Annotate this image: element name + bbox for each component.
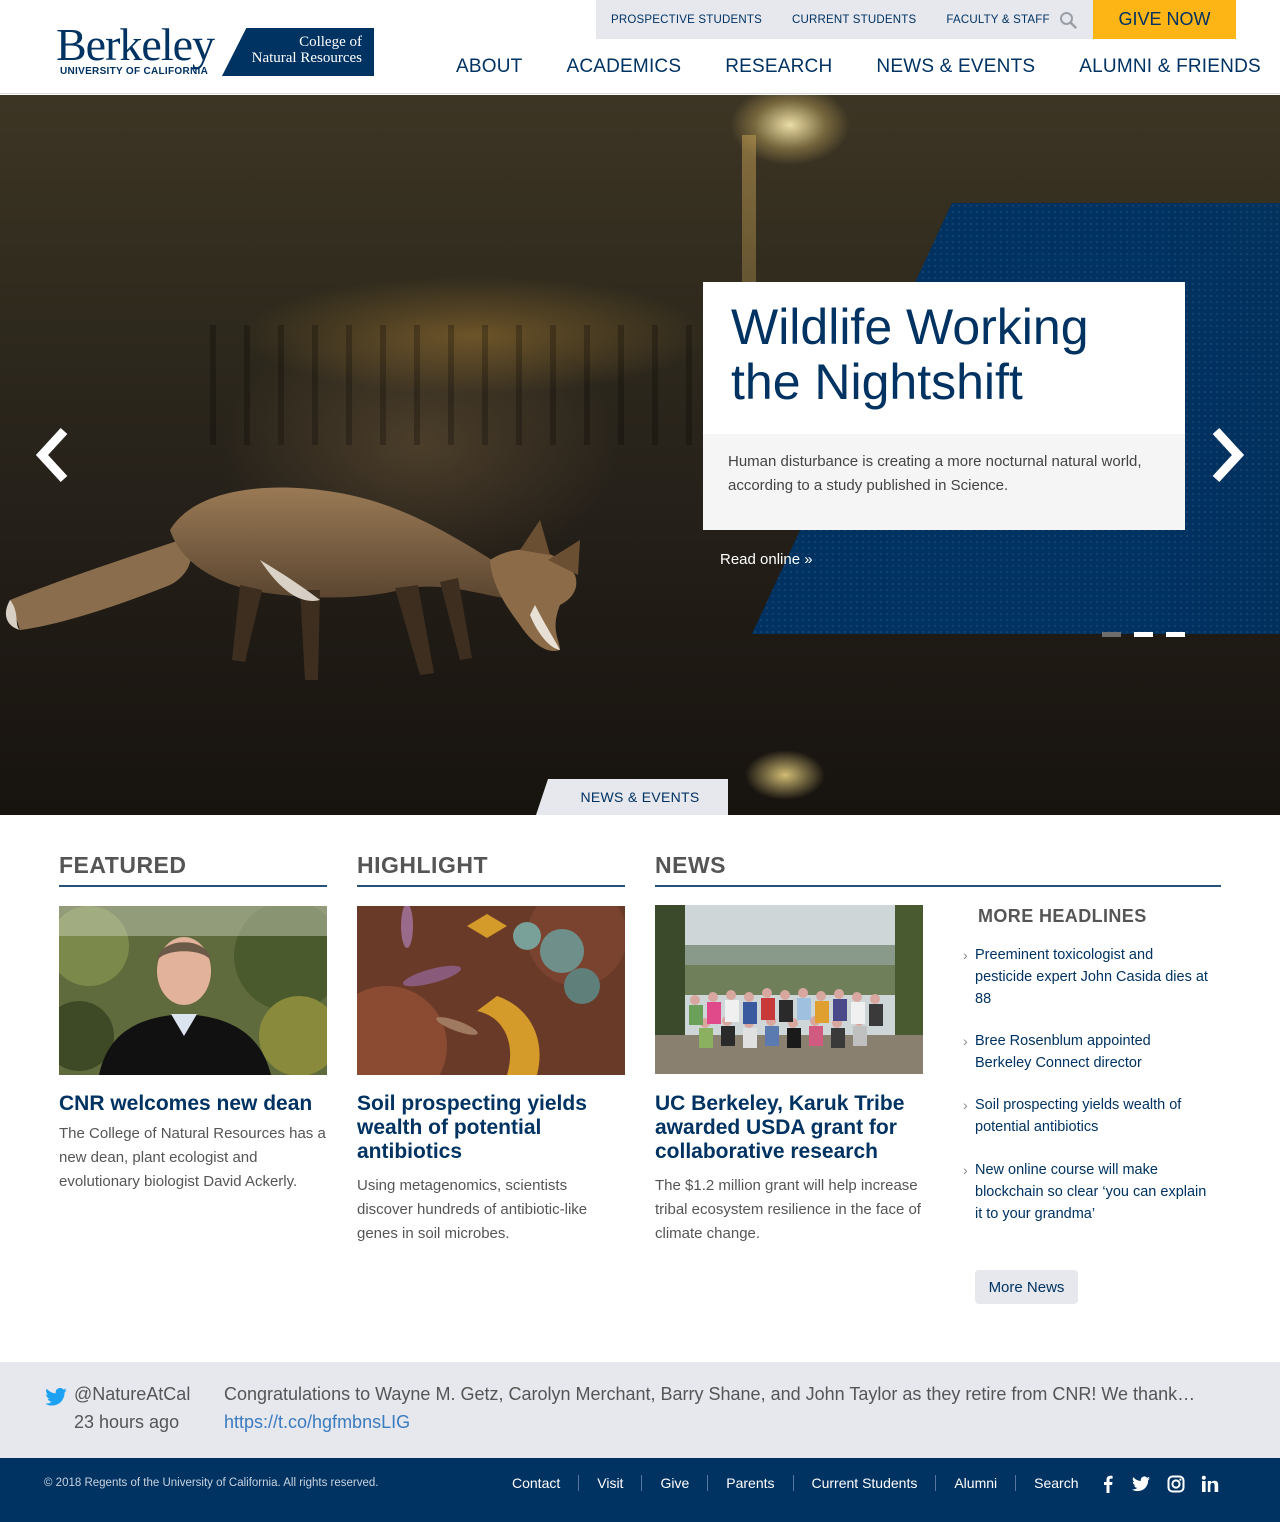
news-title[interactable]: UC Berkeley, Karuk Tribe awarded USDA gr… [655, 1092, 923, 1164]
logo-college-box: College of Natural Resources [222, 28, 374, 76]
featured-heading: FEATURED [59, 852, 187, 878]
logo-subtitle: UNIVERSITY OF CALIFORNIA [60, 66, 209, 77]
news-text: The $1.2 million grant will help increas… [655, 1177, 921, 1242]
hero-carousel: Wildlife Working the Nightshift Human di… [0, 95, 1280, 815]
footer-link-parents[interactable]: Parents [708, 1475, 794, 1491]
logo-wordmark: Berkeley [56, 19, 215, 70]
featured-image[interactable] [59, 906, 327, 1075]
site-header: Berkeley UNIVERSITY OF CALIFORNIA Colleg… [0, 0, 1280, 94]
facebook-icon[interactable] [1099, 1475, 1117, 1493]
featured-text: The College of Natural Resources has a n… [59, 1125, 326, 1190]
hero-title: Wildlife Working the Nightshift [731, 299, 1089, 410]
fox-image [5, 487, 580, 680]
highlight-image[interactable] [357, 906, 625, 1075]
carousel-dot-2[interactable] [1134, 632, 1153, 637]
featured-title[interactable]: CNR welcomes new dean [59, 1092, 327, 1116]
copyright: © 2018 Regents of the University of Cali… [44, 1477, 379, 1489]
footer-link-give[interactable]: Give [642, 1475, 709, 1491]
footer-link-search[interactable]: Search [1016, 1475, 1096, 1491]
headline-text[interactable]: New online course will make blockchain s… [975, 1162, 1206, 1222]
footer-nav: Contact Visit Give Parents Current Stude… [494, 1475, 1097, 1491]
footer-link-visit[interactable]: Visit [579, 1475, 643, 1491]
footer-link-alumni[interactable]: Alumni [936, 1475, 1017, 1491]
more-headlines-heading: MORE HEADLINES [978, 906, 1147, 926]
twitter-icon[interactable] [1132, 1475, 1150, 1493]
news-image[interactable] [655, 905, 923, 1074]
read-online-link[interactable]: Read online » [703, 540, 1185, 580]
site-footer: © 2018 Regents of the University of Cali… [0, 1458, 1280, 1522]
chevron-right-icon[interactable] [1206, 427, 1246, 483]
more-news-button[interactable]: More News [975, 1270, 1078, 1304]
chevron-right-icon: › [963, 947, 968, 963]
nav-about[interactable]: ABOUT [456, 56, 522, 78]
headline-text[interactable]: Preeminent toxicologist and pesticide ex… [975, 947, 1208, 1007]
twitter-feed-bar: @NatureAtCal 23 hours ago Congratulation… [0, 1362, 1280, 1458]
nav-news-events[interactable]: NEWS & EVENTS [876, 56, 1035, 78]
news-rule [655, 885, 1221, 887]
tweet-time: 23 hours ago [74, 1412, 180, 1432]
headline-item[interactable]: › Soil prospecting yields wealth of pote… [963, 1094, 1208, 1138]
give-now-button[interactable]: GIVE NOW [1093, 0, 1236, 39]
chevron-right-icon: › [963, 1162, 968, 1178]
headline-item[interactable]: › Preeminent toxicologist and pesticide … [963, 944, 1208, 1010]
utility-nav: PROSPECTIVE STUDENTS CURRENT STUDENTS FA… [596, 0, 1093, 39]
highlight-heading: HIGHLIGHT [357, 852, 488, 878]
nav-academics[interactable]: ACADEMICS [566, 56, 681, 78]
carousel-indicators [1102, 632, 1185, 637]
footer-link-current-students[interactable]: Current Students [794, 1475, 937, 1491]
tweet-text: Congratulations to Wayne M. Getz, Caroly… [224, 1384, 1196, 1404]
utility-link-prospective-students[interactable]: PROSPECTIVE STUDENTS [611, 14, 762, 26]
highlight-title[interactable]: Soil prospecting yields wealth of potent… [357, 1092, 625, 1164]
hero-description: Human disturbance is creating a more noc… [728, 453, 1142, 494]
chevron-right-icon: › [963, 1033, 968, 1049]
logo-college-line1: College of [299, 34, 362, 50]
news-heading: NEWS [655, 852, 726, 878]
carousel-dot-3[interactable] [1166, 632, 1185, 637]
nav-research[interactable]: RESEARCH [725, 56, 832, 78]
headline-text[interactable]: Bree Rosenblum appointed Berkeley Connec… [975, 1033, 1151, 1071]
chevron-left-icon[interactable] [34, 427, 74, 483]
hero-card: Wildlife Working the Nightshift Human di… [703, 282, 1185, 530]
logo-college-line2: Natural Resources [251, 50, 362, 66]
main-nav: ABOUT ACADEMICS RESEARCH NEWS & EVENTS A… [456, 56, 1261, 78]
tweet-link[interactable]: https://t.co/hgfmbnsLIG [224, 1412, 410, 1433]
highlight-rule [357, 885, 625, 887]
hero-description-box: Human disturbance is creating a more noc… [703, 434, 1185, 530]
news-events-tab[interactable]: NEWS & EVENTS [536, 779, 728, 815]
twitter-bird-icon [45, 1388, 67, 1406]
instagram-icon[interactable] [1167, 1475, 1185, 1493]
berkeley-cnr-logo[interactable]: Berkeley UNIVERSITY OF CALIFORNIA Colleg… [56, 19, 374, 80]
chevron-right-icon: › [963, 1097, 968, 1113]
featured-rule [59, 885, 327, 887]
search-icon[interactable] [1059, 11, 1077, 29]
headline-item[interactable]: › New online course will make blockchain… [963, 1159, 1208, 1225]
footer-link-contact[interactable]: Contact [494, 1475, 580, 1491]
nav-alumni-friends[interactable]: ALUMNI & FRIENDS [1079, 56, 1261, 78]
highlight-text: Using metagenomics, scientists discover … [357, 1177, 588, 1242]
headline-text[interactable]: Soil prospecting yields wealth of potent… [975, 1097, 1181, 1135]
linkedin-icon[interactable] [1201, 1475, 1219, 1493]
headline-item[interactable]: › Bree Rosenblum appointed Berkeley Conn… [963, 1030, 1208, 1074]
utility-link-current-students[interactable]: CURRENT STUDENTS [792, 14, 916, 26]
utility-link-faculty-staff[interactable]: FACULTY & STAFF [946, 14, 1049, 26]
carousel-dot-1[interactable] [1102, 632, 1121, 637]
twitter-handle[interactable]: @NatureAtCal [74, 1384, 190, 1405]
